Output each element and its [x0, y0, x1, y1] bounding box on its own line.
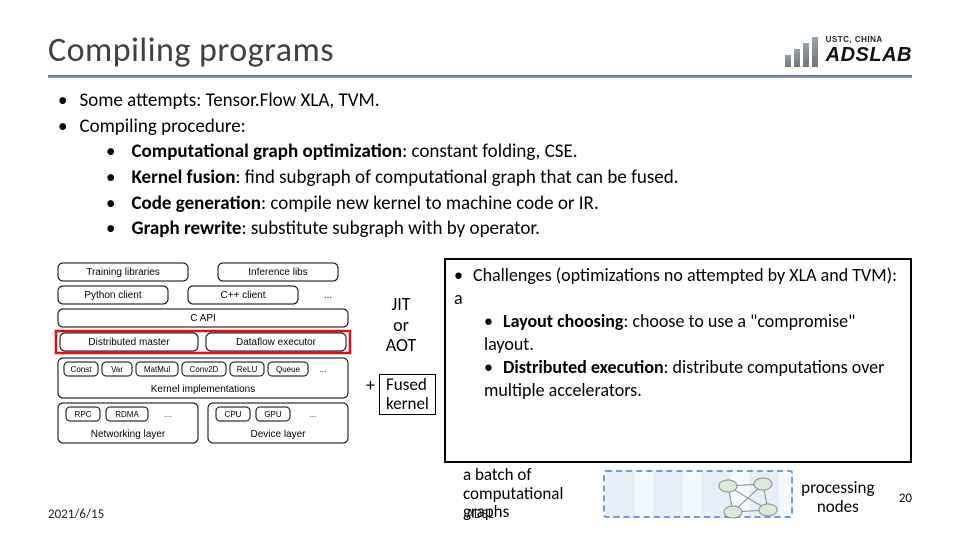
svg-text:Python client: Python client: [84, 290, 141, 301]
footer-date: 2021/6/15: [48, 507, 104, 522]
bullet-procedure: Compiling procedure:: [58, 114, 912, 140]
bullet-list: Some attempts: Tensor.Flow XLA, TVM. Com…: [58, 88, 912, 242]
org-line-1: USTC, CHINA: [826, 35, 912, 44]
nodes-label: processing nodes: [793, 479, 883, 516]
fused-kernel-box: Fused kernel: [379, 374, 436, 415]
batch-line-1: a batch of: [463, 466, 589, 485]
svg-text:...: ...: [324, 290, 332, 301]
sub-cgo-bold: Computational graph optimization: [131, 140, 402, 163]
slide: Compiling programs USTC, CHINA ADSLAB So…: [0, 0, 960, 540]
svg-text:CPU: CPU: [225, 410, 242, 419]
svg-text:Device layer: Device layer: [250, 429, 306, 440]
challenges-box: Challenges (optimizations no attempted b…: [444, 258, 912, 463]
fused-line-1: Fused: [386, 376, 429, 395]
svg-text:...: ...: [310, 410, 317, 419]
sub-gr-rest: : substitute subgraph with by operator.: [242, 217, 540, 240]
jit-line-1: JIT: [366, 294, 436, 315]
nodes-graphic-icon: [713, 474, 783, 522]
challenge-distexec-bold: Distributed execution: [503, 356, 664, 378]
page-number: 20: [899, 491, 912, 506]
svg-text:...: ...: [165, 410, 172, 419]
svg-text:Var: Var: [111, 365, 123, 374]
svg-text:...: ...: [320, 365, 327, 374]
org-line-2: ADSLAB: [826, 44, 912, 67]
plus-fused: + Fused kernel: [366, 374, 436, 415]
footer-adsl: ADSL: [467, 507, 494, 522]
sub-cg-rest: : compile new kernel to machine code or …: [261, 192, 599, 215]
architecture-diagram: Training libraries Inference libs Python…: [48, 258, 358, 463]
lower-row: Training libraries Inference libs Python…: [48, 258, 912, 463]
title-divider: [48, 75, 912, 78]
mid-column: JIT or AOT + Fused kernel: [366, 258, 436, 463]
svg-text:Queue: Queue: [276, 365, 301, 374]
challenge-layout-bold: Layout choosing: [503, 310, 624, 332]
jit-aot-label: JIT or AOT: [366, 294, 436, 356]
svg-text:Distributed master: Distributed master: [88, 337, 170, 348]
sub-gr: Graph rewrite: substitute subgraph with …: [106, 216, 912, 242]
nodes-line-2: nodes: [793, 498, 883, 517]
sub-gr-bold: Graph rewrite: [131, 217, 241, 240]
fused-line-2: kernel: [386, 395, 429, 414]
svg-text:ReLU: ReLU: [237, 365, 258, 374]
architecture-diagram-svg: Training libraries Inference libs Python…: [48, 258, 358, 458]
sub-cg: Code generation: compile new kernel to m…: [106, 191, 912, 217]
svg-text:Const: Const: [71, 365, 93, 374]
svg-text:Kernel implementations: Kernel implementations: [151, 384, 256, 395]
logo: USTC, CHINA ADSLAB: [785, 35, 912, 67]
svg-text:C++ client: C++ client: [220, 290, 265, 301]
sub-cg-bold: Code generation: [131, 192, 261, 215]
challenge-distexec: Distributed execution: distribute comput…: [484, 356, 900, 402]
jit-line-3: AOT: [366, 335, 436, 356]
sub-cgo-rest: : constant folding, CSE.: [402, 140, 577, 163]
svg-text:RDMA: RDMA: [115, 410, 139, 419]
sub-kf-bold: Kernel fusion: [131, 166, 235, 189]
svg-text:C API: C API: [190, 313, 216, 324]
svg-text:Dataflow executor: Dataflow executor: [236, 337, 317, 348]
svg-text:RPC: RPC: [75, 410, 92, 419]
challenge-layout: Layout choosing: choose to use a "compro…: [484, 310, 900, 356]
sub-cgo: Computational graph optimization: consta…: [106, 139, 912, 165]
jit-line-2: or: [366, 315, 436, 336]
bullet-attempts: Some attempts: Tensor.Flow XLA, TVM.: [58, 88, 912, 114]
svg-text:Conv2D: Conv2D: [190, 365, 219, 374]
svg-text:Inference libs: Inference libs: [248, 267, 307, 278]
plus-sign: +: [366, 374, 375, 396]
title-row: Compiling programs USTC, CHINA ADSLAB: [48, 30, 912, 71]
svg-text:GPU: GPU: [264, 410, 282, 419]
svg-text:Training libraries: Training libraries: [86, 267, 160, 278]
page-title: Compiling programs: [48, 30, 334, 71]
logo-text: USTC, CHINA ADSLAB: [826, 35, 912, 67]
sub-kf-rest: : find subgraph of computational graph t…: [235, 166, 678, 189]
svg-text:MatMul: MatMul: [144, 365, 170, 374]
challenge-head: Challenges (optimizations no attempted b…: [454, 264, 900, 310]
logo-bars-icon: [785, 35, 818, 67]
footer-row: 2021/6/15 a batch of computational graph…: [48, 507, 912, 522]
sub-bullet-list: Computational graph optimization: consta…: [106, 139, 912, 242]
sub-kf: Kernel fusion: find subgraph of computat…: [106, 165, 912, 191]
svg-text:Networking layer: Networking layer: [91, 429, 166, 440]
